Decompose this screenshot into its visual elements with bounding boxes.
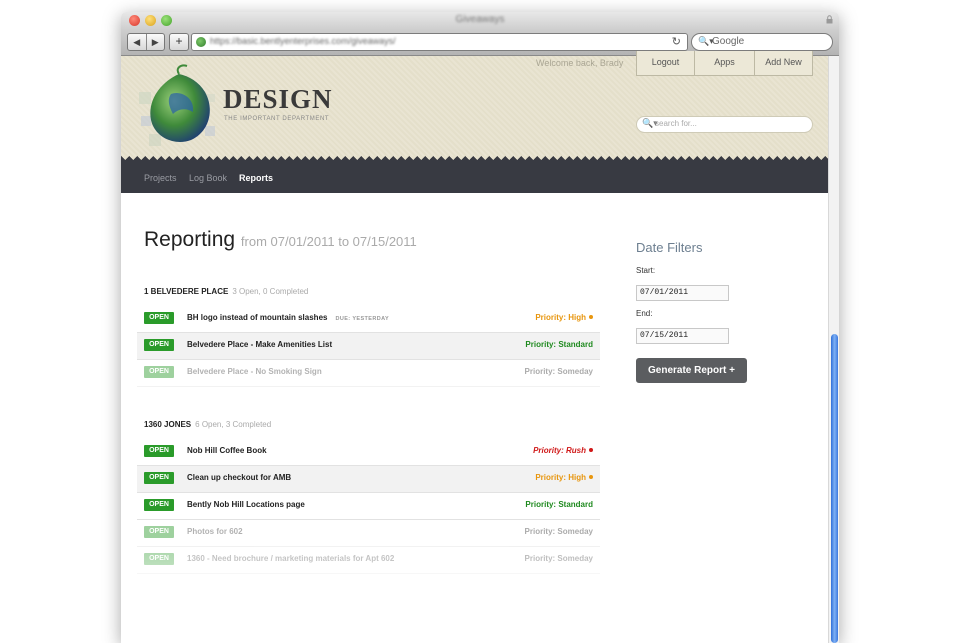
date-filters-title: Date Filters xyxy=(636,240,703,255)
task-title: Nob Hill Coffee Book xyxy=(187,446,267,455)
priority-dot-icon xyxy=(589,448,593,452)
end-date-input[interactable]: 07/15/2011 xyxy=(636,328,729,344)
url-text: https://basic.bentlyenterprises.com/give… xyxy=(210,36,396,46)
table-row[interactable]: OPEN Bently Nob Hill Locations page Prio… xyxy=(137,493,600,520)
group-title: 1360 JONES 6 Open, 3 Completed xyxy=(144,420,271,429)
apps-button[interactable]: Apps xyxy=(695,51,755,76)
table-row[interactable]: OPEN BH logo instead of mountain slashes… xyxy=(137,306,600,333)
priority-label: Priority: Standard xyxy=(525,340,593,349)
status-badge: OPEN xyxy=(144,445,174,457)
header-buttons: Logout Apps Add New xyxy=(636,51,813,76)
task-title: Clean up checkout for AMB xyxy=(187,473,292,482)
status-badge: OPEN xyxy=(144,526,174,538)
task-title: Belvedere Place - No Smoking Sign xyxy=(187,367,322,376)
table-row[interactable]: OPEN Belvedere Place - No Smoking Sign P… xyxy=(137,360,600,387)
group-summary: 3 Open, 0 Completed xyxy=(232,287,309,296)
status-badge: OPEN xyxy=(144,312,174,324)
logo-subtitle: THE IMPORTANT DEPARTMENT xyxy=(224,116,330,122)
main-nav: Projects Log Book Reports xyxy=(121,164,828,193)
task-title: Bently Nob Hill Locations page xyxy=(187,500,305,509)
priority-dot-icon xyxy=(589,315,593,319)
group-name: 1360 JONES xyxy=(144,420,192,429)
logo-title: DESIGN xyxy=(223,84,333,114)
welcome-text: Welcome back, Brady xyxy=(536,58,624,68)
title-bar: Giveaways xyxy=(121,12,839,29)
status-badge: OPEN xyxy=(144,366,174,378)
add-new-button[interactable]: Add New xyxy=(755,51,813,76)
priority-label: Priority: Someday xyxy=(524,554,593,563)
nav-item-projects[interactable]: Projects xyxy=(144,173,177,183)
priority-label: Priority: Someday xyxy=(524,367,593,376)
table-row[interactable]: OPEN Photos for 602 Priority: Someday xyxy=(137,520,600,547)
status-badge: OPEN xyxy=(144,499,174,511)
browser-search-field[interactable]: 🔍▾ Google xyxy=(691,33,833,51)
site-favicon-icon xyxy=(196,37,206,47)
window-title: Giveaways xyxy=(455,14,505,25)
site-search-input[interactable]: 🔍▾ search for... xyxy=(636,116,813,133)
table-row[interactable]: OPEN Clean up checkout for AMB Priority:… xyxy=(137,466,600,493)
due-label: DUE: YESTERDAY xyxy=(335,316,390,322)
report-date-range: from 07/01/2011 to 07/15/2011 xyxy=(240,234,417,249)
task-title: BH logo instead of mountain slashes DUE: … xyxy=(187,313,390,322)
site-search-placeholder: search for... xyxy=(655,119,697,128)
priority-label: Priority: Rush xyxy=(533,446,593,455)
scrollbar-thumb[interactable] xyxy=(831,334,838,643)
group-summary: 6 Open, 3 Completed xyxy=(195,420,272,429)
nav-item-reports[interactable]: Reports xyxy=(239,173,273,183)
browser-window: Giveaways ◀ ▶ + https://basic.bentlyente… xyxy=(121,12,839,643)
start-date-input[interactable]: 07/01/2011 xyxy=(636,285,729,301)
table-row[interactable]: OPEN 1360 - Need brochure / marketing ma… xyxy=(137,547,600,574)
generate-report-button[interactable]: Generate Report + xyxy=(636,358,747,383)
status-badge: OPEN xyxy=(144,472,174,484)
group-name: 1 BELVEDERE PLACE xyxy=(144,287,229,296)
task-title: Belvedere Place - Make Amenities List xyxy=(187,340,333,349)
start-label: Start: xyxy=(636,266,656,275)
header-zigzag-edge xyxy=(121,156,828,164)
history-buttons: ◀ ▶ xyxy=(127,33,165,51)
table-row[interactable]: OPEN Nob Hill Coffee Book Priority: Rush xyxy=(137,439,600,466)
nav-item-log-book[interactable]: Log Book xyxy=(189,173,227,183)
browser-search-placeholder: Google xyxy=(712,36,745,47)
priority-label: Priority: High xyxy=(535,313,593,322)
priority-label: Priority: Standard xyxy=(525,500,593,509)
priority-label: Priority: High xyxy=(535,473,593,482)
add-bookmark-button[interactable]: + xyxy=(169,33,189,51)
globe-leaf-logo-icon xyxy=(139,64,215,146)
report-title: Reporting xyxy=(144,228,236,251)
address-bar[interactable]: https://basic.bentlyenterprises.com/give… xyxy=(191,33,688,51)
page-scrollbar[interactable] xyxy=(828,56,839,643)
group-title: 1 BELVEDERE PLACE 3 Open, 0 Completed xyxy=(144,287,308,296)
priority-label: Priority: Someday xyxy=(524,527,593,536)
lock-icon xyxy=(826,15,833,24)
reload-icon[interactable]: ↻ xyxy=(672,35,681,48)
table-row[interactable]: OPEN Belvedere Place - Make Amenities Li… xyxy=(137,333,600,360)
forward-button[interactable]: ▶ xyxy=(145,34,165,50)
page-title: Reporting from 07/01/2011 to 07/15/2011 xyxy=(144,228,417,252)
status-badge: OPEN xyxy=(144,553,174,565)
end-label: End: xyxy=(636,309,653,318)
status-badge: OPEN xyxy=(144,339,174,351)
priority-dot-icon xyxy=(589,475,593,479)
task-title: 1360 - Need brochure / marketing materia… xyxy=(187,554,395,563)
back-button[interactable]: ◀ xyxy=(128,34,146,50)
task-title: Photos for 602 xyxy=(187,527,243,536)
logout-button[interactable]: Logout xyxy=(636,51,695,76)
